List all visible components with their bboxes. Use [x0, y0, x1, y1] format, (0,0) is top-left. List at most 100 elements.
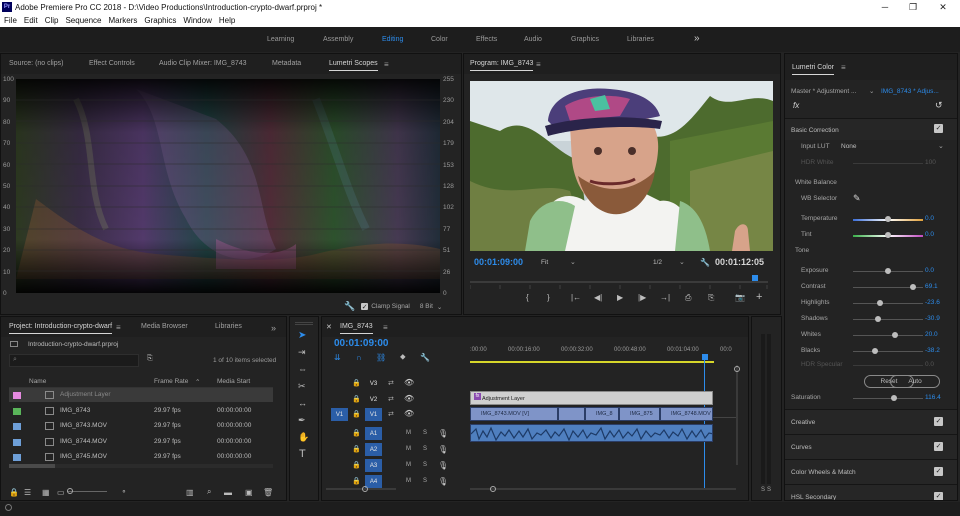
program-panel-menu-icon[interactable]: ≡: [536, 60, 541, 69]
track-select-tool-icon[interactable]: ⇥: [298, 347, 306, 358]
slider-highlights[interactable]: [853, 300, 923, 306]
column-frame-rate[interactable]: Frame Rate: [154, 378, 188, 385]
master-clip-select[interactable]: Master * Adjustment ...: [791, 88, 856, 95]
lumetri-menu-icon[interactable]: ≡: [841, 63, 846, 72]
minimize-button[interactable]: ─: [872, 0, 898, 14]
video-clip-1[interactable]: IMG_8743.MOV [V]: [470, 407, 558, 421]
new-bin-from-search-icon[interactable]: ⎘: [147, 355, 153, 363]
mute-track-button[interactable]: M: [406, 462, 411, 468]
slider-tint[interactable]: [853, 232, 923, 238]
add-button[interactable]: +: [756, 291, 762, 303]
timeline-zoom-knob-left[interactable]: [362, 486, 368, 492]
hand-tool-icon[interactable]: ✋: [298, 432, 309, 443]
white-balance-label[interactable]: White Balance: [795, 179, 837, 186]
slider-temperature[interactable]: [853, 216, 923, 222]
menu-markers[interactable]: Markers: [109, 16, 138, 25]
trash-icon[interactable]: 🗑: [263, 488, 273, 497]
list-view-icon[interactable]: ☰: [24, 488, 31, 497]
project-row[interactable]: Adjustment Layer: [9, 388, 273, 402]
tab-libraries[interactable]: Libraries: [215, 323, 242, 330]
project-overflow-icon[interactable]: »: [271, 323, 276, 333]
project-row[interactable]: IMG_8743.MOV 29.97 fps 00:00:00:00: [9, 419, 273, 433]
slider-knob-exposure[interactable]: [885, 268, 891, 274]
menu-edit[interactable]: Edit: [24, 16, 38, 25]
step-forward-button[interactable]: |▶: [638, 293, 646, 302]
slider-value-contrast[interactable]: 69.1: [925, 283, 938, 290]
timeline-h-scrollbar-left[interactable]: [326, 488, 396, 490]
menu-window[interactable]: Window: [183, 16, 211, 25]
track-target-a3[interactable]: A3: [365, 459, 382, 472]
workspace-overflow-icon[interactable]: »: [694, 33, 700, 44]
label-color-swatch[interactable]: [13, 407, 21, 415]
workspace-assembly[interactable]: Assembly: [323, 36, 353, 43]
slider-value-temperature[interactable]: 0.0: [925, 215, 934, 222]
icon-view-icon[interactable]: ▦: [42, 488, 50, 497]
menu-graphics[interactable]: Graphics: [144, 16, 176, 25]
eyedropper-icon[interactable]: ✎: [853, 193, 861, 204]
track-target-a1[interactable]: A1: [365, 427, 382, 440]
timeline-current-timecode[interactable]: 00:01:09:00: [334, 338, 388, 349]
video-clip-4[interactable]: IMG_875: [619, 407, 660, 421]
hsl-secondary-checkbox[interactable]: ✓: [934, 492, 943, 500]
workspace-color[interactable]: Color: [431, 36, 448, 43]
close-sequence-icon[interactable]: ✕: [326, 323, 332, 331]
timeline-playhead-handle[interactable]: [702, 354, 708, 360]
workspace-libraries[interactable]: Libraries: [627, 36, 654, 43]
toggle-output-eye-icon[interactable]: 👁: [404, 378, 414, 387]
source-patch-v1[interactable]: V1: [331, 408, 348, 421]
tab-audio-clip-mixer[interactable]: Audio Clip Mixer: IMG_8743: [159, 60, 247, 67]
creative-section[interactable]: Creative ✓: [785, 409, 957, 434]
solo-track-button[interactable]: S: [423, 478, 427, 484]
timeline-v-scrollbar[interactable]: [736, 365, 738, 465]
sync-lock-icon[interactable]: ⇄: [388, 379, 394, 387]
timeline-settings-icon[interactable]: 🔧: [420, 353, 430, 362]
mute-track-button[interactable]: M: [406, 430, 411, 436]
track-target-v2[interactable]: V2: [365, 393, 382, 406]
zoom-knob[interactable]: [67, 488, 73, 494]
creative-checkbox[interactable]: ✓: [934, 417, 943, 426]
add-marker-icon[interactable]: ⬥: [400, 352, 406, 362]
menu-file[interactable]: File: [4, 16, 17, 25]
lift-button[interactable]: ⎙: [685, 293, 691, 303]
project-horizontal-scrollbar[interactable]: [9, 464, 273, 468]
workspace-effects[interactable]: Effects: [476, 36, 497, 43]
selection-tool-icon[interactable]: ➤: [298, 330, 306, 341]
clamp-signal-checkbox[interactable]: ✓: [361, 303, 369, 311]
workspace-editing[interactable]: Editing: [382, 36, 403, 43]
mark-in-button[interactable]: {: [526, 293, 529, 302]
wrench-icon[interactable]: 🔧: [344, 301, 355, 312]
clip-target-select[interactable]: IMG_8743 * Adjus...: [881, 88, 939, 95]
mute-track-button[interactable]: M: [406, 478, 411, 484]
curves-checkbox[interactable]: ✓: [934, 442, 943, 451]
track-lock-icon[interactable]: 🔒: [352, 445, 361, 453]
sort-icons-icon[interactable]: ⚬: [121, 488, 127, 496]
label-color-swatch[interactable]: [13, 454, 21, 461]
project-row[interactable]: IMG_8745.MOV 29.97 fps 00:00:00:00: [9, 450, 273, 464]
automate-to-sequence-icon[interactable]: ▥: [186, 488, 194, 497]
track-lock-icon[interactable]: 🔒: [352, 379, 361, 387]
workspace-graphics[interactable]: Graphics: [571, 36, 599, 43]
slider-value-exposure[interactable]: 0.0: [925, 267, 934, 274]
project-scroll-thumb[interactable]: [9, 464, 55, 468]
mark-out-button[interactable]: }: [547, 293, 550, 302]
zoom-slider[interactable]: [67, 488, 107, 494]
workspace-audio[interactable]: Audio: [524, 36, 542, 43]
saturation-value[interactable]: 116.4: [925, 394, 941, 401]
project-row[interactable]: IMG_8744.MOV 29.97 fps 00:00:00:00: [9, 435, 273, 449]
adjustment-layer-clip[interactable]: Adjustment Layer: [470, 391, 713, 405]
hsl-secondary-section[interactable]: HSL Secondary ✓: [785, 484, 957, 500]
settings-wrench-icon[interactable]: 🔧: [700, 258, 710, 267]
extract-button[interactable]: ⎘: [708, 293, 714, 303]
slider-knob-tint[interactable]: [885, 232, 891, 238]
fit-select[interactable]: Fit: [541, 259, 548, 266]
solo-track-button[interactable]: S: [423, 446, 427, 452]
track-lock-icon[interactable]: 🔒: [352, 410, 361, 418]
solo-left-button[interactable]: S: [761, 487, 765, 493]
go-to-in-button[interactable]: |←: [571, 293, 581, 302]
work-area-bar[interactable]: [470, 361, 714, 363]
auto-button[interactable]: Auto: [890, 375, 940, 388]
project-row[interactable]: IMG_8743 29.97 fps 00:00:00:00: [9, 404, 273, 418]
ripple-edit-tool-icon[interactable]: ⇔: [298, 364, 307, 374]
track-lock-icon[interactable]: 🔒: [352, 461, 361, 469]
slider-value-highlights[interactable]: -23.6: [925, 299, 940, 306]
